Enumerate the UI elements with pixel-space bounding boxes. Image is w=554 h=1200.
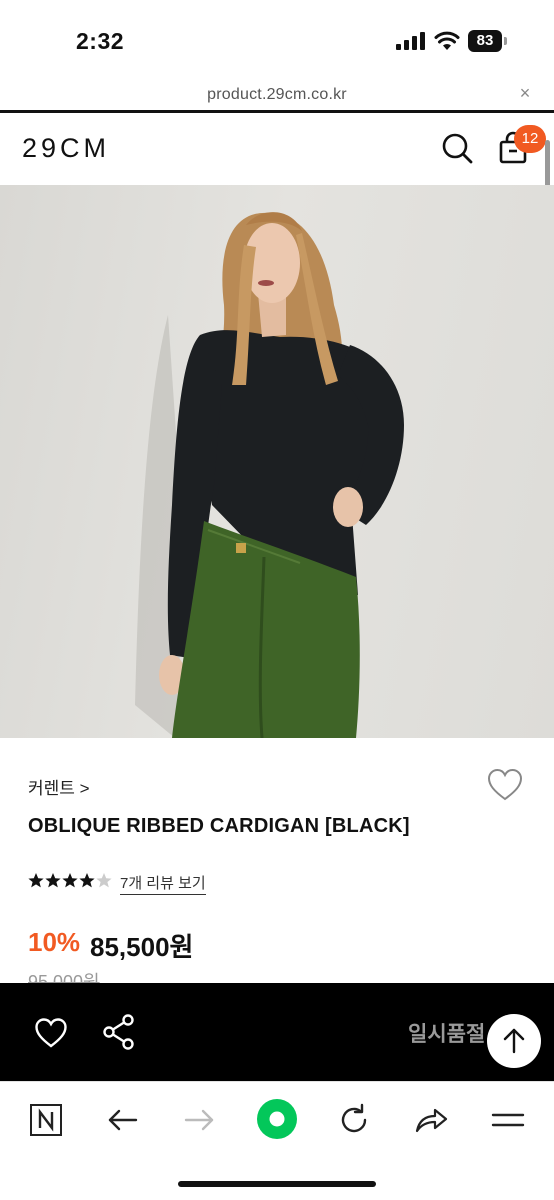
search-icon[interactable] <box>440 131 474 165</box>
purchase-bar: 일시품절 <box>0 983 554 1081</box>
scroll-top-button[interactable] <box>487 1014 541 1068</box>
naver-n-icon[interactable] <box>28 1102 64 1138</box>
url-text[interactable]: product.29cm.co.kr <box>0 86 554 104</box>
brand-link[interactable]: 커렌트 > <box>28 774 90 799</box>
home-indicator <box>178 1181 376 1187</box>
discount-rate: 10% <box>28 927 81 957</box>
wifi-icon <box>434 31 460 50</box>
battery-indicator: 83 <box>468 30 508 52</box>
product-photo-illustration <box>135 212 404 738</box>
forward-arrow-icon[interactable] <box>182 1102 218 1138</box>
reload-icon[interactable] <box>336 1102 372 1138</box>
soldout-label: 일시품절 <box>408 1023 486 1046</box>
status-time: 2:32 <box>76 28 125 54</box>
review-link[interactable]: 7개 리뷰 보기 <box>120 872 206 895</box>
site-header: 29CM 12 <box>0 113 554 185</box>
status-bar: 2:32 83 <box>0 0 554 80</box>
battery-level: 83 <box>468 30 502 52</box>
share-arrow-icon[interactable] <box>413 1102 449 1138</box>
url-bar[interactable]: product.29cm.co.kr × <box>0 80 554 112</box>
close-icon[interactable]: × <box>515 83 535 103</box>
signal-icon <box>396 32 425 50</box>
heart-icon[interactable] <box>34 1016 68 1050</box>
arrow-up-icon <box>503 1028 525 1054</box>
rating-stars <box>28 872 112 895</box>
browser-toolbar <box>0 1081 554 1200</box>
cart-count-badge[interactable]: 12 <box>514 125 546 153</box>
product-name: OBLIQUE RIBBED CARDIGAN [BLACK] <box>28 815 410 837</box>
product-image[interactable] <box>0 185 554 738</box>
back-arrow-icon[interactable] <box>104 1102 140 1138</box>
heart-icon[interactable] <box>486 766 524 804</box>
star-rating-icon <box>28 873 112 888</box>
sale-price: 85,500원 <box>90 932 194 962</box>
share-icon[interactable] <box>102 1014 136 1050</box>
battery-cap <box>504 37 507 45</box>
menu-icon[interactable] <box>490 1102 526 1138</box>
green-dot-icon[interactable] <box>255 1097 299 1141</box>
site-logo[interactable]: 29CM <box>22 133 110 164</box>
